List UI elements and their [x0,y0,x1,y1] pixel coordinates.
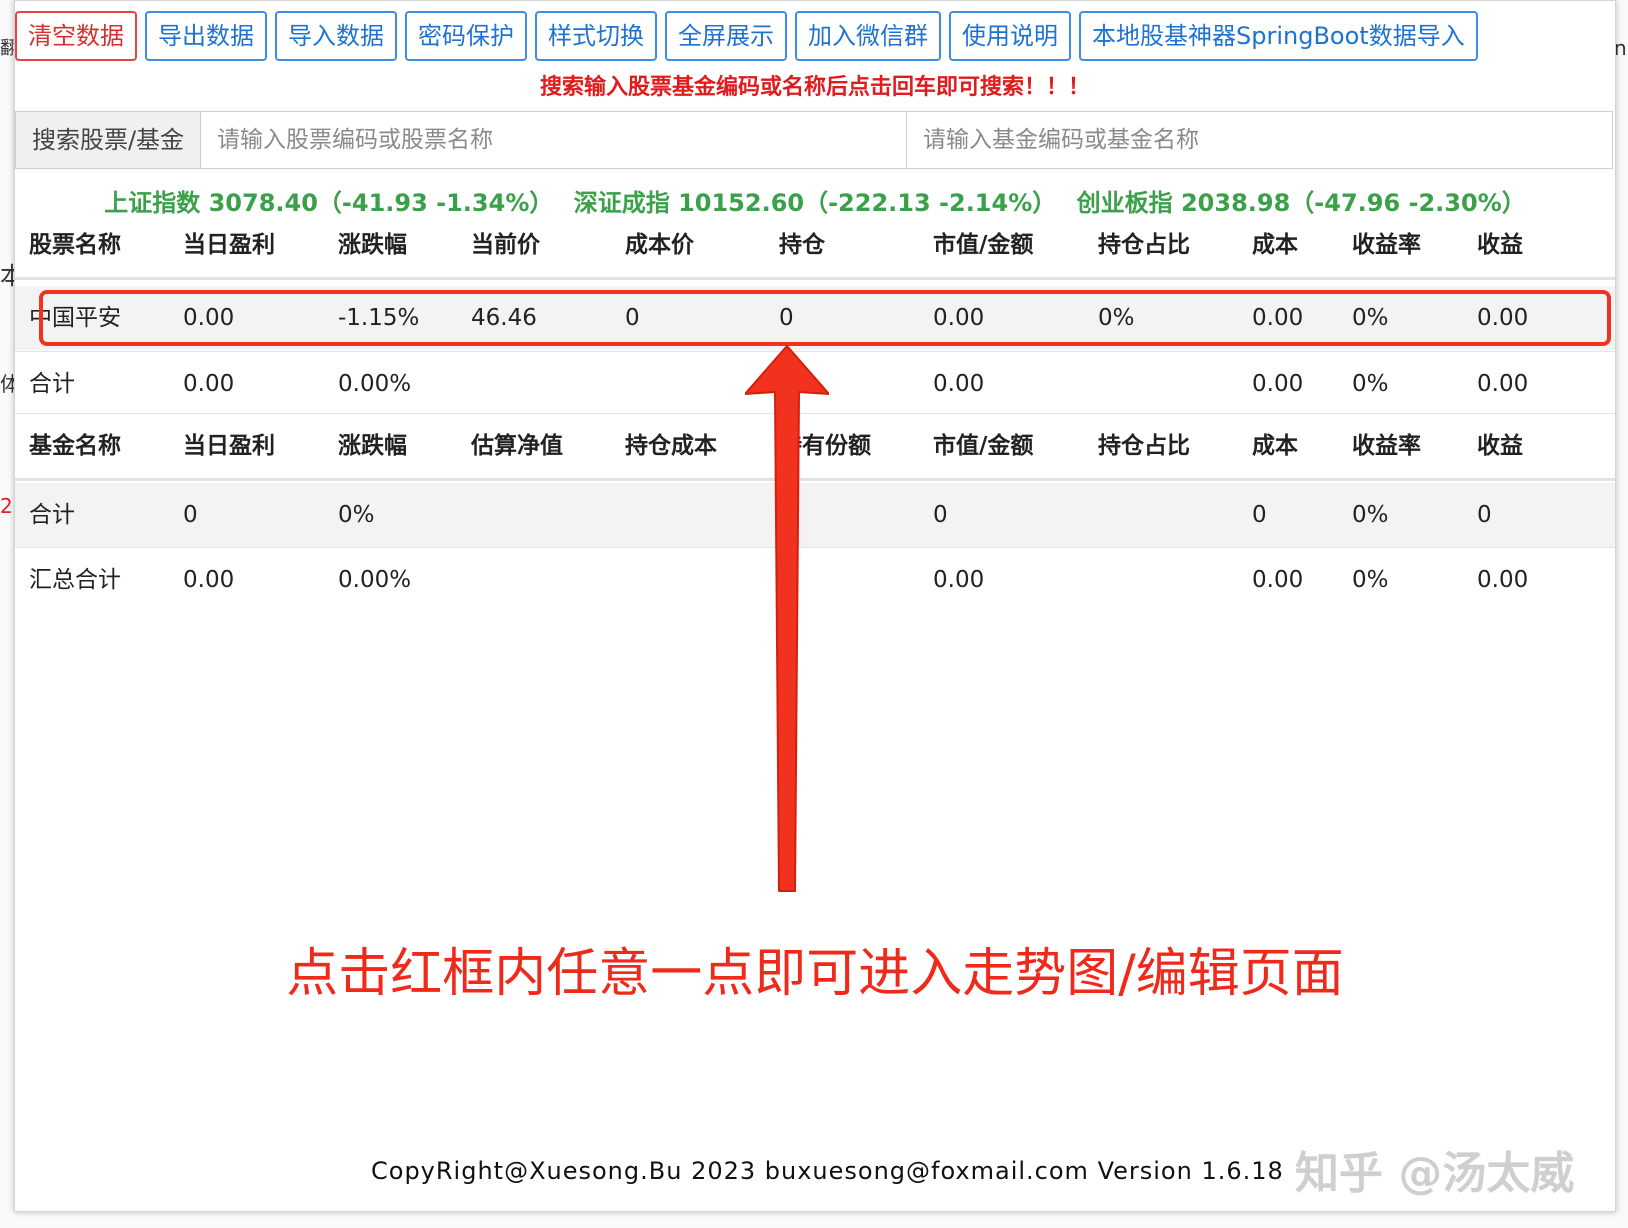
column-header: 基金名称 [29,433,121,459]
table-cell: 0.00 [933,371,985,397]
toolbar: 清空数据 导出数据 导入数据 密码保护 样式切换 全屏展示 加入微信群 使用说明… [15,11,1478,61]
table-cell: 0% [1352,567,1389,593]
table-cell: 0% [1352,502,1389,528]
table-cell: 0 [183,502,198,528]
table-cell: 合计 [29,371,75,397]
column-header: 当日盈利 [183,232,275,258]
table-cell: 0 [933,502,948,528]
column-header: 持仓 [779,232,825,258]
table-cell: 0.00 [1477,371,1529,397]
column-header: 持仓成本 [625,433,717,459]
search-bar: 搜索股票/基金 [15,111,1613,169]
column-header: 收益 [1477,433,1523,459]
column-header: 当前价 [471,232,540,258]
search-label: 搜索股票/基金 [16,112,201,168]
red-highlight-box [39,290,1611,346]
springboot-import-button[interactable]: 本地股基神器SpringBoot数据导入 [1079,11,1478,61]
table-cell: 0% [1352,371,1389,397]
column-header: 成本价 [625,232,694,258]
column-header: 市值/金额 [933,232,1034,258]
column-header: 收益率 [1352,433,1421,459]
column-header: 涨跌幅 [338,232,407,258]
column-header: 当日盈利 [183,433,275,459]
background-text: 2 [0,494,13,518]
password-protect-button[interactable]: 密码保护 [405,11,527,61]
zhihu-watermark: 知乎 @汤太威 [1295,1148,1575,1199]
table-cell: 0.00 [183,371,235,397]
table-cell: 0.00 [183,567,235,593]
import-data-button[interactable]: 导入数据 [275,11,397,61]
background-page-bottom [0,1210,1628,1228]
red-arrow-up-icon [745,346,829,892]
column-header: 持仓占比 [1098,232,1190,258]
search-hint: 搜索输入股票基金编码或名称后点击回车即可搜索！！！ [539,75,1090,100]
column-header: 持仓占比 [1098,433,1190,459]
column-header: 收益率 [1352,232,1421,258]
usage-guide-button[interactable]: 使用说明 [949,11,1071,61]
clear-data-button[interactable]: 清空数据 [15,11,137,61]
table-cell: 合计 [29,502,75,528]
table-cell: 0.00% [338,371,412,397]
portfolio-popup: 清空数据 导出数据 导入数据 密码保护 样式切换 全屏展示 加入微信群 使用说明… [14,0,1616,1212]
annotation-text: 点击红框内任意一点即可进入走势图/编辑页面 [286,944,1344,1004]
fund-search-input[interactable] [906,112,1612,168]
stock-table-header: 股票名称 当日盈利 涨跌幅 当前价 成本价 持仓 市值/金额 持仓占比 成本 收… [15,213,1615,280]
copyright-footer: CopyRight@Xuesong.Bu 2023 buxuesong@foxm… [371,1157,1284,1185]
join-wechat-group-button[interactable]: 加入微信群 [795,11,941,61]
style-switch-button[interactable]: 样式切换 [535,11,657,61]
column-header: 市值/金额 [933,433,1034,459]
stock-search-input[interactable] [201,112,906,168]
column-header: 估算净值 [471,433,563,459]
table-cell: 0.00 [933,567,985,593]
table-cell: 0 [1252,502,1267,528]
table-cell: 0.00% [338,567,412,593]
column-header: 收益 [1477,232,1523,258]
table-cell: 0% [338,502,375,528]
table-cell: 0 [1477,502,1492,528]
column-header: 成本 [1252,232,1298,258]
column-header: 股票名称 [29,232,121,258]
fullscreen-button[interactable]: 全屏展示 [665,11,787,61]
table-cell: 0.00 [1252,371,1304,397]
column-header: 成本 [1252,433,1298,459]
export-data-button[interactable]: 导出数据 [145,11,267,61]
table-cell: 汇总合计 [29,567,121,593]
table-cell: 0.00 [1477,567,1529,593]
table-cell: 0.00 [1252,567,1304,593]
column-header: 涨跌幅 [338,433,407,459]
